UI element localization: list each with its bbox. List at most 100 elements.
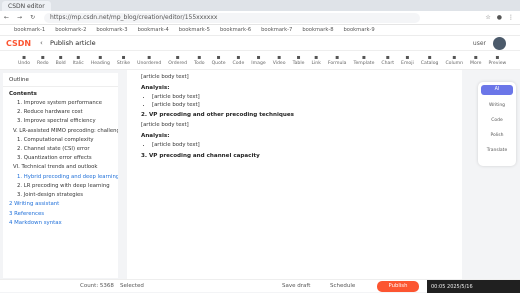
- editor-toolbar: ▪ Undo ▪ Redo ▪ Bold ▪ Italic ▪ Heading ▪ Strike ▪ Un…: [0, 50, 520, 70]
- toolbar-icon: ▪: [21, 54, 27, 61]
- schedule-button[interactable]: Schedule: [330, 283, 355, 289]
- toolbar-icon: ▪: [216, 54, 221, 61]
- editor-content[interactable]: [article body text] Analysis: [article b…: [127, 70, 462, 280]
- toolbar-label: Quote: [211, 61, 226, 66]
- toolbar-button[interactable]: ▪ Column: [445, 54, 463, 66]
- toolbar-button[interactable]: ▪ Bold: [56, 54, 66, 66]
- save-draft-button[interactable]: Save draft: [282, 283, 310, 289]
- toolbar-button[interactable]: ▪ Quote: [212, 54, 226, 66]
- page-title: Publish article: [50, 39, 96, 47]
- bookmark[interactable]: bookmark-8: [302, 27, 333, 33]
- back-icon[interactable]: ←: [4, 14, 9, 21]
- toolbar-button[interactable]: ▪ Chart: [381, 54, 394, 66]
- sidebar-item[interactable]: 3. Improve spectral efficiency: [3, 117, 118, 126]
- refresh-icon[interactable]: ↻: [30, 14, 35, 21]
- toolbar-label: Ordered: [168, 61, 187, 66]
- toolbar-button[interactable]: ▪ Todo: [194, 54, 205, 66]
- toolbar-button[interactable]: ▪ Strike: [117, 54, 130, 66]
- bookmark[interactable]: bookmark-9: [344, 27, 375, 33]
- url-input[interactable]: https://mp.csdn.net/mp_blog/creation/edi…: [44, 12, 420, 23]
- os-taskbar: 00:05 2025/5/16: [427, 280, 520, 293]
- toolbar-icon: ▪: [236, 54, 241, 61]
- toolbar-label: Chart: [381, 61, 395, 66]
- sidebar-item[interactable]: 2. LR precoding with deep learning: [3, 182, 118, 191]
- sidebar-item[interactable]: 2. Reduce hardware cost: [3, 108, 118, 117]
- toolbar-button[interactable]: ▪ Ordered: [168, 54, 187, 66]
- toolbar-button[interactable]: ▪ Italic: [73, 54, 84, 66]
- bookmark[interactable]: bookmark-5: [179, 27, 210, 33]
- toolbar-label: Link: [311, 61, 321, 66]
- toolbar-icon: ▪: [335, 54, 340, 61]
- sidebar-item[interactable]: 3. Quantization error effects: [3, 154, 118, 163]
- toolbar-button[interactable]: ▪ Emoji: [401, 54, 414, 66]
- toolbar-label: Heading: [90, 61, 110, 66]
- toolbar-label: Catalog: [420, 61, 439, 66]
- bullet-list: [article body text] [article body text]: [141, 94, 448, 109]
- sidebar-footer-link[interactable]: 4 Markdown syntax: [3, 219, 118, 229]
- toolbar-label: Formula: [327, 61, 347, 66]
- menu-icon[interactable]: ⋮: [508, 14, 514, 21]
- toolbar-icon: ▪: [427, 54, 432, 61]
- toolbar-label: Strike: [116, 61, 131, 66]
- sidebar-item[interactable]: 1. Computational complexity: [3, 136, 118, 145]
- toolbar-button[interactable]: ▪ Link: [311, 54, 320, 66]
- bookmark[interactable]: bookmark-6: [220, 27, 251, 33]
- forward-icon[interactable]: →: [17, 14, 22, 21]
- user-name: user: [472, 39, 486, 47]
- toolbar-button[interactable]: ▪ Code: [233, 54, 245, 66]
- site-header: CSDN ‹ Publish article user: [0, 36, 520, 50]
- sidebar-item-active[interactable]: 1. Hybrid precoding and deep learning: [3, 173, 118, 182]
- toolbar-icon: ▪: [121, 54, 126, 61]
- date: 2025/5/16: [447, 283, 473, 290]
- toolbar-icon: ▪: [76, 54, 81, 61]
- ai-action[interactable]: Translate: [478, 143, 516, 158]
- profile-icon[interactable]: ●: [497, 14, 502, 21]
- browser-tab[interactable]: CSDN editor: [2, 1, 51, 11]
- sidebar-item[interactable]: 3. Joint-design strategies: [3, 191, 118, 200]
- toolbar-button[interactable]: ▪ Unordered: [137, 54, 161, 66]
- toolbar-label: Undo: [18, 61, 31, 66]
- ai-assistant-button[interactable]: AI: [481, 85, 513, 95]
- toolbar-button[interactable]: ▪ Formula: [328, 54, 347, 66]
- sidebar-item[interactable]: 1. Improve system performance: [3, 99, 118, 108]
- bookmark[interactable]: bookmark-3: [96, 27, 127, 33]
- bookmark[interactable]: bookmark-2: [55, 27, 86, 33]
- toolbar-button[interactable]: ▪ Video: [273, 54, 286, 66]
- toolbar-icon: ▪: [58, 54, 63, 61]
- toolbar-button[interactable]: ▪ Redo: [37, 54, 49, 66]
- toolbar-label: Image: [251, 61, 266, 66]
- ai-action[interactable]: Polish: [478, 128, 516, 143]
- outline-sidebar: Outline Contents 1. Improve system perfo…: [3, 73, 118, 278]
- toolbar-button[interactable]: ▪ Undo: [18, 54, 30, 66]
- ai-action[interactable]: Code: [478, 113, 516, 128]
- ai-action[interactable]: Writing: [478, 98, 516, 113]
- nav-buttons: ← → ↻: [0, 14, 44, 21]
- paragraph: [article body text]: [141, 74, 189, 80]
- publish-button[interactable]: Publish: [377, 281, 419, 292]
- bookmark[interactable]: bookmark-7: [261, 27, 292, 33]
- toolbar-icon: ▪: [495, 54, 500, 61]
- sidebar-item[interactable]: V. LR-assisted MIMO precoding: challenge…: [3, 127, 118, 136]
- toolbar-icon: ▪: [473, 54, 478, 61]
- toolbar-button[interactable]: ▪ More: [470, 54, 481, 66]
- bookmark[interactable]: bookmark-1: [14, 27, 45, 33]
- toolbar-button[interactable]: ▪ Heading: [91, 54, 110, 66]
- bookmarks-bar: bookmark-1 bookmark-2 bookmark-3 bookmar…: [0, 25, 520, 36]
- toolbar-button[interactable]: ▪ Template: [353, 54, 374, 66]
- site-logo[interactable]: CSDN: [0, 39, 40, 48]
- star-icon[interactable]: ☆: [485, 14, 490, 21]
- sidebar-item[interactable]: 2. Channel state (CSI) error: [3, 145, 118, 154]
- ai-assistant-panel: AI Writing Code Polish Translate: [478, 82, 516, 166]
- sidebar-item[interactable]: VI. Technical trends and outlook: [3, 163, 118, 172]
- avatar[interactable]: [493, 36, 506, 50]
- sidebar-tab[interactable]: Outline: [3, 73, 118, 87]
- sidebar-footer-link[interactable]: 2 Writing assistant: [3, 200, 118, 210]
- toolbar-icon: ▪: [147, 54, 152, 61]
- sidebar-footer-link[interactable]: 3 References: [3, 210, 118, 220]
- toolbar-button[interactable]: ▪ Preview: [488, 54, 506, 66]
- toolbar-button[interactable]: ▪ Image: [251, 54, 265, 66]
- bookmark[interactable]: bookmark-4: [138, 27, 169, 33]
- back-chevron-icon[interactable]: ‹: [40, 39, 50, 47]
- toolbar-button[interactable]: ▪ Catalog: [421, 54, 439, 66]
- toolbar-button[interactable]: ▪ Table: [293, 54, 305, 66]
